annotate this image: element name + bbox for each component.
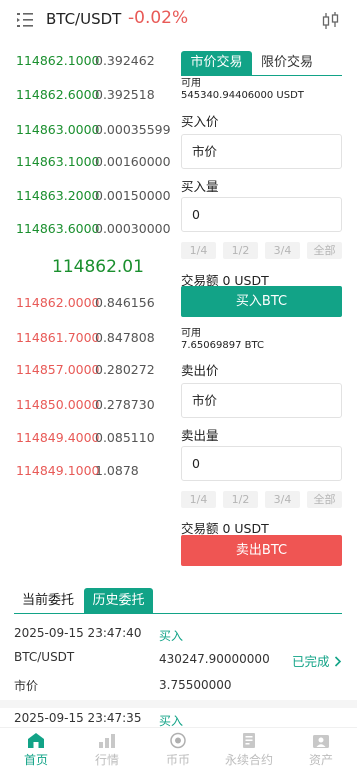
buy-percent-group: 1/4 1/2 3/4 全部 [181, 242, 342, 259]
nav-label: 永续合约 [224, 753, 273, 767]
sell-button[interactable]: 卖出BTC [181, 535, 342, 566]
sell-price-input[interactable]: 市价 [181, 383, 342, 418]
order-price: 114863.1000 [16, 154, 100, 169]
buy-price-label: 买入价 [181, 114, 219, 129]
order-qty: 0.00150000 [95, 188, 171, 203]
nav-label: 资产 [308, 753, 333, 767]
sell-order-row[interactable]: 114857.0000 0.280272 [16, 362, 176, 382]
order-qty: 0.392462 [95, 53, 155, 68]
nav-market[interactable]: 行情 [72, 728, 142, 770]
order-amount: 430247.90000000 [159, 652, 270, 666]
buy-order-row[interactable]: 114863.1000 0.00160000 [16, 154, 176, 174]
order-qty: 0.00160000 [95, 154, 171, 169]
contract-icon [243, 733, 255, 748]
buy-amount-input[interactable]: 0 [181, 197, 342, 232]
bottom-nav: 首页 行情 币币 永续合约 资产 [0, 727, 357, 770]
chevron-right-icon [334, 656, 341, 667]
nav-assets[interactable]: 资产 [286, 728, 356, 770]
sell-order-row[interactable]: 114861.7000 0.847808 [16, 330, 176, 350]
order-status-label: 已完成 [292, 654, 330, 669]
assets-icon [313, 735, 329, 748]
menu-icon[interactable] [16, 11, 34, 29]
order-price: 114862.6000 [16, 87, 100, 102]
order-type: 市价 [14, 679, 39, 693]
sell-amount-label: 卖出量 [181, 428, 219, 443]
sell-percent-quarter[interactable]: 1/4 [181, 491, 216, 508]
order-qty: 0.278730 [95, 397, 155, 412]
order-qty: 0.00035599 [95, 122, 171, 137]
tab-current-orders[interactable]: 当前委托 [14, 588, 80, 613]
order-side: 买入 [159, 629, 184, 643]
order-price: 114863.2000 [16, 188, 100, 203]
sell-order-row[interactable]: 114849.4000 0.085110 [16, 430, 176, 450]
nav-label: 币币 [165, 753, 190, 767]
order-price: 114862.0000 [16, 295, 100, 310]
candlestick-icon[interactable] [321, 11, 341, 31]
order-pair: BTC/USDT [14, 650, 75, 664]
buy-percent-half[interactable]: 1/2 [223, 242, 258, 259]
top-bar: BTC/USDT -0.02% [0, 0, 357, 40]
order-qty: 0.392518 [95, 87, 155, 102]
buy-order-row[interactable]: 114863.6000 0.00030000 [16, 221, 176, 241]
sell-order-row[interactable]: 114849.1000 1.0878 [16, 463, 176, 483]
tab-limit-order[interactable]: 限价交易 [261, 51, 313, 76]
sell-percent-half[interactable]: 1/2 [223, 491, 258, 508]
order-qty: 0.280272 [95, 362, 155, 377]
order-price: 114863.6000 [16, 221, 100, 236]
buy-price-input[interactable]: 市价 [181, 134, 342, 169]
buy-percent-three-quarter[interactable]: 3/4 [265, 242, 300, 259]
order-price: 3.75500000 [159, 678, 232, 692]
trade-tabs: 市价交易 限价交易 [181, 51, 342, 76]
buy-amount-label: 买入量 [181, 179, 219, 194]
order-status[interactable]: 已完成 [292, 651, 342, 670]
sell-available-label: 可用 [181, 328, 201, 339]
order-qty: 0.846156 [95, 295, 155, 310]
order-price: 114862.1000 [16, 53, 100, 68]
buy-available-value: 545340.94406000 USDT [181, 90, 304, 101]
sell-price-label: 卖出价 [181, 363, 219, 378]
price-change: -0.02% [128, 8, 189, 28]
order-time: 2025-09-15 23:47:35 [14, 711, 142, 725]
buy-order-row[interactable]: 114863.0000 0.00035599 [16, 122, 176, 142]
nav-home[interactable]: 首页 [1, 728, 71, 770]
nav-label: 行情 [94, 753, 119, 767]
coin-icon [170, 732, 186, 749]
buy-available-label: 可用 [181, 78, 201, 89]
order-qty: 0.847808 [95, 330, 155, 345]
orders-tabs: 当前委托 历史委托 [14, 588, 342, 614]
buy-percent-all[interactable]: 全部 [307, 242, 342, 259]
order-price: 114861.7000 [16, 330, 100, 345]
last-price: 114862.01 [52, 257, 144, 277]
buy-order-row[interactable]: 114862.1000 0.392462 [16, 53, 176, 73]
order-qty: 0.00030000 [95, 221, 171, 236]
tab-order-history[interactable]: 历史委托 [84, 588, 153, 613]
sell-order-row[interactable]: 114862.0000 0.846156 [16, 295, 176, 315]
order-price: 114849.4000 [16, 430, 100, 445]
buy-percent-quarter[interactable]: 1/4 [181, 242, 216, 259]
order-price: 114850.0000 [16, 397, 100, 412]
order-price: 114863.0000 [16, 122, 100, 137]
order-qty: 1.0878 [95, 463, 139, 478]
nav-label: 首页 [23, 753, 48, 767]
order-divider [0, 700, 357, 708]
sell-percent-all[interactable]: 全部 [307, 491, 342, 508]
order-price: 114849.1000 [16, 463, 100, 478]
buy-button[interactable]: 买入BTC [181, 286, 342, 317]
nav-contract[interactable]: 永续合约 [214, 728, 284, 770]
sell-percent-group: 1/4 1/2 3/4 全部 [181, 491, 342, 508]
nav-coin[interactable]: 币币 [143, 728, 213, 770]
tab-market-order[interactable]: 市价交易 [181, 51, 252, 76]
buy-order-row[interactable]: 114862.6000 0.392518 [16, 87, 176, 107]
order-price: 114857.0000 [16, 362, 100, 377]
pair-title[interactable]: BTC/USDT [46, 10, 121, 28]
order-time: 2025-09-15 23:47:40 [14, 626, 142, 640]
home-icon [28, 733, 44, 748]
sell-order-row[interactable]: 114850.0000 0.278730 [16, 397, 176, 417]
sell-percent-three-quarter[interactable]: 3/4 [265, 491, 300, 508]
order-qty: 0.085110 [95, 430, 155, 445]
buy-order-row[interactable]: 114863.2000 0.00150000 [16, 188, 176, 208]
sell-available-value: 7.65069897 BTC [181, 340, 264, 351]
market-icon [99, 734, 115, 748]
sell-amount-input[interactable]: 0 [181, 446, 342, 481]
